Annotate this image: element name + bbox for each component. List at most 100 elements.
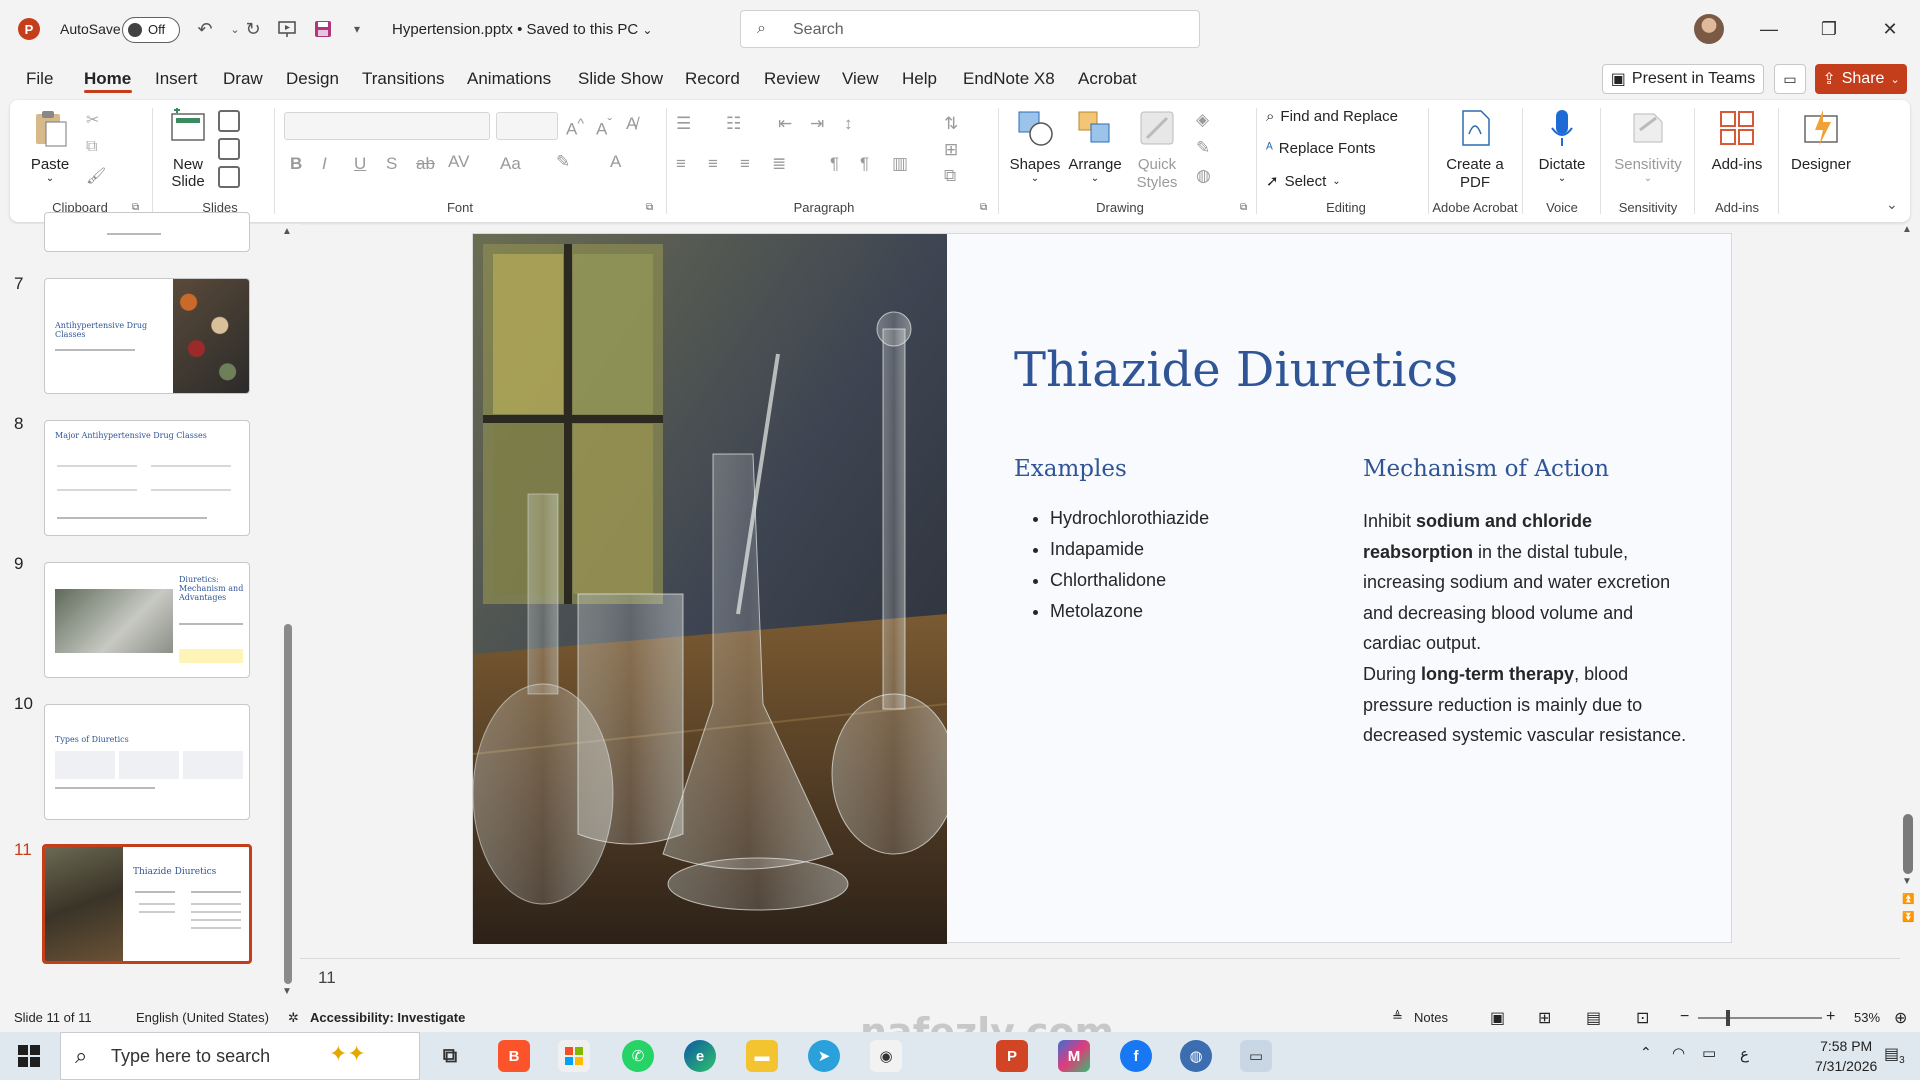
align-left-icon[interactable]: ≡ <box>676 154 686 174</box>
tab-view[interactable]: View <box>842 69 879 89</box>
tab-transitions[interactable]: Transitions <box>362 69 445 89</box>
designer-button[interactable]: Designer <box>1786 108 1856 173</box>
microsoft-store-icon[interactable] <box>558 1040 590 1072</box>
microsoft-365-icon[interactable]: M <box>1058 1040 1090 1072</box>
normal-view-icon[interactable]: ▣ <box>1490 1008 1505 1028</box>
scroll-down-icon[interactable]: ▼ <box>282 986 292 997</box>
tab-review[interactable]: Review <box>764 69 820 89</box>
tab-home[interactable]: Home <box>84 69 131 89</box>
show-hidden-icons-icon[interactable]: ⌃ <box>1640 1044 1652 1061</box>
edge-icon[interactable]: e <box>684 1040 716 1072</box>
columns-icon[interactable]: ▥ <box>892 154 908 174</box>
slide-thumbnail-10[interactable]: Types of Diuretics <box>44 704 250 820</box>
windows-start-icon[interactable] <box>18 1045 40 1070</box>
remote-desktop-icon[interactable]: ▭ <box>1240 1040 1272 1072</box>
drawing-launcher-icon[interactable]: ⧉ <box>1240 202 1247 213</box>
slide-sorter-icon[interactable]: ⊞ <box>1538 1008 1551 1028</box>
taskbar-clock[interactable]: 7:58 PM 7/31/2026 <box>1815 1036 1877 1076</box>
customize-toolbar-icon[interactable]: ▾ <box>344 16 370 42</box>
scrollbar-thumb[interactable] <box>1903 814 1913 874</box>
language-indicator[interactable]: English (United States) <box>136 1010 269 1025</box>
task-view-icon[interactable]: ⧉ <box>434 1040 466 1072</box>
zoom-out-icon[interactable]: − <box>1680 1008 1689 1026</box>
present-in-teams-button[interactable]: ▣ Present in Teams <box>1602 64 1764 94</box>
align-text-icon[interactable]: ⊞ <box>944 140 958 160</box>
previous-slide-icon[interactable]: ⏫ <box>1902 894 1914 905</box>
select-button[interactable]: ➚ Select ⌄ <box>1266 172 1341 191</box>
strikethrough-icon[interactable]: ab <box>416 154 435 174</box>
cut-icon[interactable]: ✂ <box>86 110 99 130</box>
save-icon[interactable] <box>310 16 336 42</box>
paste-button[interactable]: Paste ⌄ <box>22 108 78 184</box>
find-and-replace-button[interactable]: ⌕ Find and Replace <box>1266 108 1398 125</box>
reset-icon[interactable] <box>218 138 240 160</box>
slide-show-icon[interactable]: ⊡ <box>1636 1008 1649 1028</box>
paragraph-launcher-icon[interactable]: ⧉ <box>980 202 987 213</box>
slide-title[interactable]: Thiazide Diuretics <box>1014 342 1458 398</box>
examples-list[interactable]: Hydrochlorothiazide Indapamide Chlorthal… <box>1050 506 1209 630</box>
tab-endnote[interactable]: EndNote X8 <box>963 69 1055 89</box>
align-right-icon[interactable]: ≡ <box>740 154 750 174</box>
section-icon[interactable] <box>218 166 240 188</box>
justify-icon[interactable]: ≣ <box>772 154 786 174</box>
tab-file[interactable]: File <box>26 69 53 89</box>
notes-button[interactable]: Notes <box>1414 1010 1448 1025</box>
powerpoint-taskbar-icon[interactable]: P <box>996 1040 1028 1072</box>
network-app-icon[interactable]: ◍ <box>1180 1040 1212 1072</box>
facebook-icon[interactable]: f <box>1120 1040 1152 1072</box>
slide-scrollbar[interactable]: ▲ ▼ ⏫ ⏬ <box>1900 224 1916 934</box>
font-name-combobox[interactable] <box>284 112 490 140</box>
decrease-font-icon[interactable]: Aˇ <box>596 116 612 140</box>
language-indicator[interactable]: ع <box>1740 1045 1749 1063</box>
layout-icon[interactable] <box>218 110 240 132</box>
change-case-icon[interactable]: Aa <box>500 154 521 174</box>
font-color-icon[interactable]: A <box>610 152 621 172</box>
accessibility-status[interactable]: Accessibility: Investigate <box>310 1010 465 1025</box>
tab-design[interactable]: Design <box>286 69 339 89</box>
font-launcher-icon[interactable]: ⧉ <box>646 202 653 213</box>
tab-slide-show[interactable]: Slide Show <box>578 69 663 89</box>
character-spacing-icon[interactable]: AV <box>448 152 469 172</box>
undo-icon[interactable]: ↶ <box>192 16 218 42</box>
shadow-icon[interactable]: S <box>386 154 397 174</box>
zoom-in-icon[interactable]: + <box>1826 1008 1835 1026</box>
minimize-icon[interactable]: — <box>1749 14 1789 44</box>
mechanism-heading[interactable]: Mechanism of Action <box>1363 456 1609 482</box>
tab-insert[interactable]: Insert <box>155 69 198 89</box>
sensitivity-button[interactable]: Sensitivity ⌄ <box>1608 108 1688 184</box>
rtl-icon[interactable]: ¶ <box>860 154 869 174</box>
decrease-indent-icon[interactable]: ⇤ <box>778 114 792 134</box>
font-size-combobox[interactable] <box>496 112 558 140</box>
zoom-slider[interactable] <box>1698 1017 1822 1019</box>
dictate-button[interactable]: Dictate ⌄ <box>1532 108 1592 184</box>
share-button[interactable]: ⇪ Share ⌄ <box>1815 64 1907 94</box>
restore-icon[interactable]: ❐ <box>1809 14 1849 44</box>
search-box[interactable]: ⌕ Search <box>740 10 1200 48</box>
clear-formatting-icon[interactable]: A̸ <box>626 114 637 134</box>
file-explorer-icon[interactable]: ▬ <box>746 1040 778 1072</box>
ltr-icon[interactable]: ¶ <box>830 154 839 174</box>
fit-to-window-icon[interactable]: ⊕ <box>1894 1008 1907 1028</box>
quick-styles-button[interactable]: Quick Styles <box>1126 108 1188 192</box>
slide-canvas[interactable]: Thiazide Diuretics Examples Mechanism of… <box>472 233 1732 944</box>
slide-thumbnail-9[interactable]: Diuretics: Mechanism and Advantages <box>44 562 250 678</box>
line-spacing-icon[interactable]: ↕ <box>844 114 853 134</box>
numbering-icon[interactable]: ☷ <box>726 114 741 134</box>
examples-heading[interactable]: Examples <box>1014 456 1127 482</box>
scroll-up-icon[interactable]: ▲ <box>1902 224 1912 235</box>
zoom-slider-thumb[interactable] <box>1726 1010 1730 1026</box>
replace-fonts-button[interactable]: ᴬ Replace Fonts <box>1266 140 1376 157</box>
tab-draw[interactable]: Draw <box>223 69 263 89</box>
increase-indent-icon[interactable]: ⇥ <box>810 114 824 134</box>
close-icon[interactable]: ✕ <box>1870 14 1910 44</box>
document-title[interactable]: Hypertension.pptx • Saved to this PC ⌄ <box>392 21 652 38</box>
brave-browser-icon[interactable]: B <box>498 1040 530 1072</box>
highlight-icon[interactable]: ✎ <box>556 152 570 172</box>
create-pdf-button[interactable]: Create a PDF <box>1440 108 1510 192</box>
collapse-ribbon-icon[interactable]: ⌄ <box>1886 196 1898 213</box>
comments-icon[interactable]: ▭ <box>1774 64 1806 94</box>
italic-icon[interactable]: I <box>322 154 327 174</box>
zoom-level[interactable]: 53% <box>1854 1010 1880 1025</box>
chrome-icon[interactable]: ◉ <box>870 1040 902 1072</box>
avatar[interactable] <box>1694 14 1724 44</box>
